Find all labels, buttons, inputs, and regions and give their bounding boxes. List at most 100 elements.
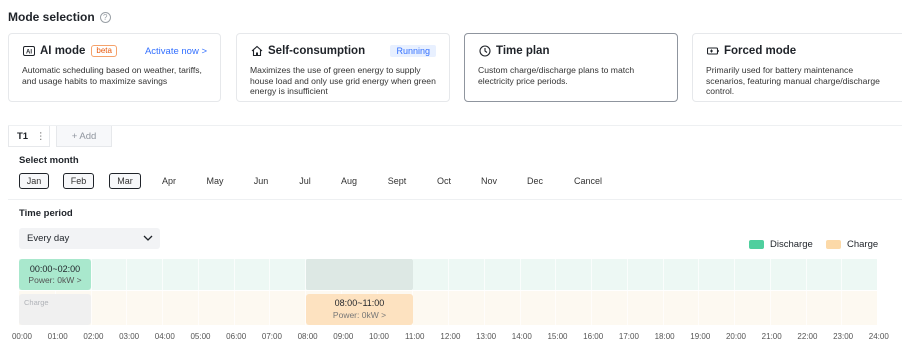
- mode-description: Automatic scheduling based on weather, t…: [22, 65, 202, 86]
- charge-slot-placeholder: Charge: [19, 294, 91, 325]
- divider: [8, 199, 902, 200]
- hour-gridline: [591, 259, 592, 325]
- mode-description: Maximizes the use of green energy to sup…: [250, 65, 436, 96]
- help-icon[interactable]: ?: [99, 11, 111, 23]
- page-title: Mode selection ?: [8, 10, 111, 24]
- charge-block-power[interactable]: Power: 0kW >: [306, 310, 413, 320]
- hour-tick-label: 11:00: [404, 332, 425, 341]
- charge-block[interactable]: 08:00~11:00 Power: 0kW >: [306, 294, 413, 325]
- hour-tick-label: 04:00: [154, 332, 175, 341]
- ai-icon: AI: [22, 45, 35, 58]
- hour-gridline: [662, 259, 664, 325]
- hour-tick-label: 12:00: [440, 332, 461, 341]
- hour-gridline: [734, 259, 735, 325]
- hour-tick-label: 01:00: [47, 332, 68, 341]
- charge-swatch: [826, 240, 841, 249]
- hour-gridline: [162, 259, 163, 325]
- hour-gridline: [841, 259, 843, 325]
- mode-description: Primarily used for battery maintenance s…: [706, 65, 880, 96]
- legend-charge-label: Charge: [847, 239, 879, 250]
- mode-card-self-consumption[interactable]: Self-consumption Running Maximizes the u…: [236, 33, 450, 102]
- hour-gridline: [269, 259, 271, 325]
- chevron-down-icon: [143, 235, 153, 241]
- hour-tick-label: 13:00: [476, 332, 497, 341]
- month-dec[interactable]: Dec: [519, 173, 551, 189]
- hour-tick-label: 18:00: [654, 332, 675, 341]
- legend-charge: Charge: [826, 239, 878, 250]
- hour-gridline: [233, 259, 235, 325]
- hour-gridline: [698, 259, 700, 325]
- hour-tick-label: 14:00: [511, 332, 532, 341]
- month-jun[interactable]: Jun: [246, 173, 276, 189]
- month-mar[interactable]: Mar: [109, 173, 141, 189]
- month-jul[interactable]: Jul: [292, 173, 318, 189]
- charge-block-time: 08:00~11:00: [334, 298, 385, 308]
- hour-tick-label: 16:00: [583, 332, 604, 341]
- hour-gridline: [126, 259, 128, 325]
- hour-tick-label: 23:00: [833, 332, 854, 341]
- discharge-slot-ghost: [306, 259, 413, 290]
- mode-card-ai[interactable]: AI AI mode beta Activate now > Automatic…: [8, 33, 221, 102]
- hour-gridline: [197, 259, 199, 325]
- select-month-label: Select month: [19, 155, 79, 166]
- mode-name: AI mode: [40, 45, 86, 57]
- mode-card-forced[interactable]: Forced mode Primarily used for battery m…: [692, 33, 902, 102]
- period-select-value: Every day: [27, 233, 70, 244]
- mode-name: Time plan: [496, 45, 550, 57]
- hour-gridline: [805, 259, 807, 325]
- hour-tick-label: 08:00: [297, 332, 318, 341]
- hour-tick-label: 19:00: [690, 332, 711, 341]
- month-nov[interactable]: Nov: [474, 173, 504, 189]
- clock-icon: [478, 45, 491, 58]
- hour-tick-label: 05:00: [190, 332, 211, 341]
- hour-tick-label: 06:00: [226, 332, 247, 341]
- discharge-block[interactable]: 00:00~02:00 Power: 0kW >: [19, 259, 91, 290]
- more-icon[interactable]: ⋮: [36, 131, 46, 142]
- discharge-block-time: 00:00~02:00: [29, 264, 81, 274]
- legend-discharge-label: Discharge: [770, 239, 813, 250]
- mode-card-time-plan[interactable]: Time plan Custom charge/discharge plans …: [464, 33, 678, 102]
- legend-discharge: Discharge: [749, 239, 813, 250]
- svg-text:AI: AI: [26, 50, 32, 56]
- period-select[interactable]: Every day: [19, 228, 160, 249]
- hour-tick-label: 20:00: [725, 332, 747, 341]
- mode-name: Forced mode: [724, 45, 797, 57]
- discharge-block-power[interactable]: Power: 0kW >: [19, 275, 91, 285]
- hour-gridline: [448, 259, 449, 325]
- mode-description: Custom charge/discharge plans to match e…: [478, 65, 635, 86]
- hour-tick-label: 02:00: [83, 332, 104, 341]
- hour-gridline: [769, 259, 771, 325]
- hour-tick-label: 00:00: [11, 332, 33, 341]
- month-sept[interactable]: Sept: [380, 173, 414, 189]
- month-aug[interactable]: Aug: [334, 173, 364, 189]
- mode-name: Self-consumption: [268, 45, 366, 57]
- home-icon: [250, 45, 263, 58]
- hour-tick-label: 22:00: [797, 332, 818, 341]
- time-period-label: Time period: [19, 208, 73, 219]
- hour-tick-label: 24:00: [868, 332, 889, 341]
- page-title-text: Mode selection: [8, 10, 95, 24]
- hour-tick-label: 10:00: [368, 332, 390, 341]
- tab-label: T1: [17, 130, 29, 142]
- hour-gridline: [483, 259, 485, 325]
- month-may[interactable]: May: [200, 173, 230, 189]
- hour-tick-label: 21:00: [761, 332, 782, 341]
- tab-t1[interactable]: T1 ⋮: [8, 126, 50, 147]
- month-jan[interactable]: Jan: [19, 173, 49, 189]
- month-apr[interactable]: Apr: [154, 173, 184, 189]
- add-tab-button[interactable]: + Add: [56, 126, 112, 147]
- month-oct[interactable]: Oct: [429, 173, 459, 189]
- hour-gridline: [626, 259, 628, 325]
- hour-tick-label: 15:00: [547, 332, 568, 341]
- hour-tick-label: 17:00: [618, 332, 639, 341]
- hour-tick-label: 07:00: [261, 332, 282, 341]
- month-feb[interactable]: Feb: [63, 173, 94, 189]
- beta-badge: beta: [91, 45, 117, 57]
- hour-tick-label: 03:00: [119, 332, 140, 341]
- hour-tick-label: 09:00: [333, 332, 354, 341]
- running-badge: Running: [390, 45, 436, 57]
- cancel-button[interactable]: Cancel: [566, 173, 610, 189]
- activate-now-link[interactable]: Activate now >: [145, 46, 207, 57]
- battery-icon: [706, 45, 719, 58]
- discharge-swatch: [749, 240, 764, 249]
